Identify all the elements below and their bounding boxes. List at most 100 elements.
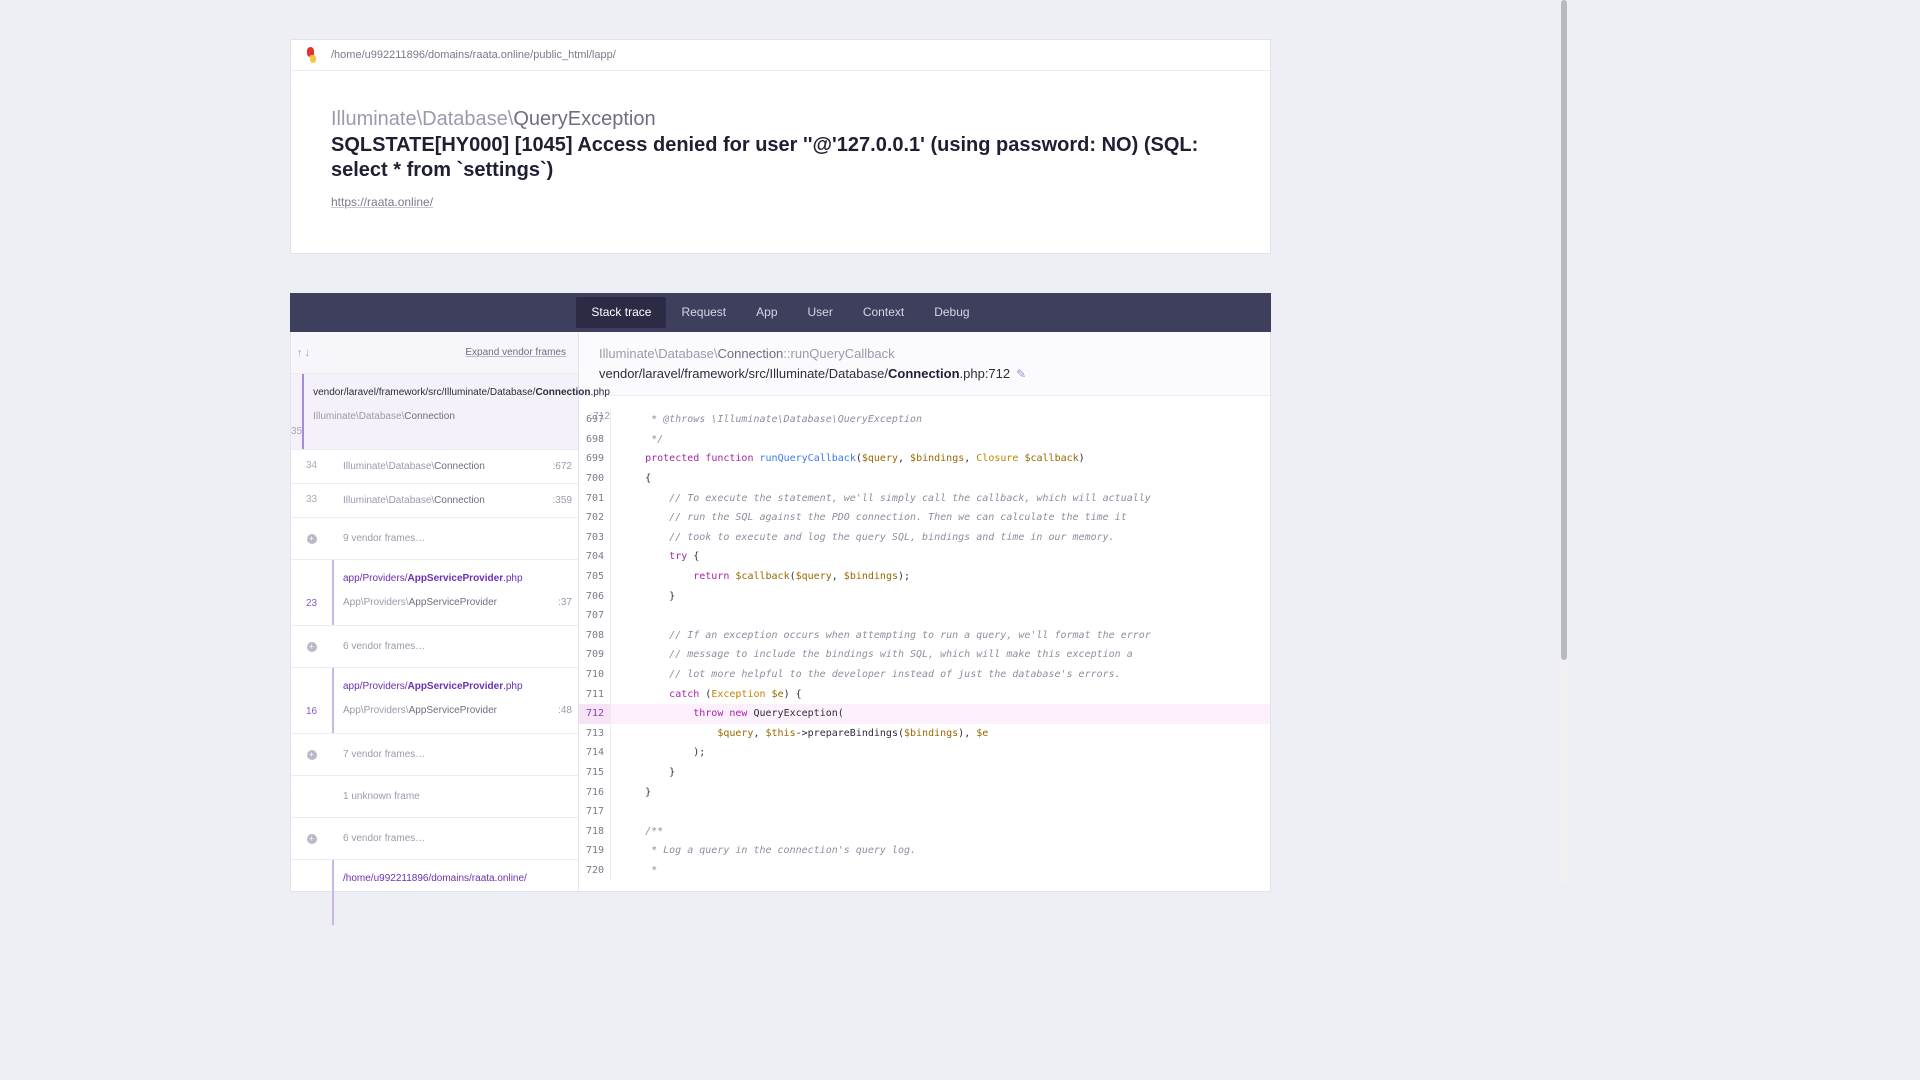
exception-message: SQLSTATE[HY000] [1045] Access denied for… <box>331 134 1199 181</box>
tab-stack-trace[interactable]: Stack trace <box>576 297 667 328</box>
code-line: 714 ); <box>579 743 1270 763</box>
expand-plus-icon[interactable]: + <box>306 833 317 844</box>
code-line: 705 return $callback($query, $bindings); <box>579 566 1270 587</box>
frame-file: app/Providers/AppServiceProvider.php <box>343 681 523 692</box>
stack-frame[interactable]: 34 Illuminate\Database\Connection:672 <box>291 450 578 484</box>
frame-line: :37 <box>558 597 572 608</box>
frame-number: + <box>291 518 332 559</box>
stack-trace-panel: ↑↓ Expand vendor frames 35 vendor/laravel… <box>290 332 1271 926</box>
tab-user[interactable]: User <box>793 297 848 328</box>
code-line: 709 // message to include the bindings w… <box>579 645 1270 665</box>
frame-number: + <box>291 626 332 667</box>
line-number: 717 <box>579 801 611 822</box>
frame-line: :712 <box>590 411 610 422</box>
line-code: // lot more helpful to the developer ins… <box>621 669 1121 681</box>
line-code: catch (Exception $e) { <box>669 688 802 700</box>
vendor-frames-group[interactable]: +6 vendor frames… <box>291 626 578 668</box>
ignition-logo-icon <box>305 47 317 63</box>
page-scrollbar[interactable] <box>1560 0 1568 882</box>
frames-header: ↑↓ Expand vendor frames <box>291 332 578 374</box>
code-line: 697 * @throws \Illuminate\Database\Query… <box>579 410 1270 430</box>
line-code: * @throws \Illuminate\Database\QueryExce… <box>621 414 923 426</box>
stack-frame[interactable]: /home/u992211896/domains/raata.online/ <box>291 860 578 926</box>
frame-method: Illuminate\Database\Connection::runQuery… <box>599 346 1250 362</box>
frame-class: App\Providers\AppServiceProvider:48 <box>343 705 572 716</box>
code-line: 707 <box>579 605 1270 626</box>
sort-arrows-icon[interactable]: ↑↓ <box>297 347 312 359</box>
line-code: } <box>621 590 676 602</box>
code-line: 713 $query, $this->prepareBindings($bind… <box>579 723 1270 744</box>
exception-header-card: /home/u992211896/domains/raata.online/pu… <box>290 39 1271 254</box>
code-line: 710 // lot more helpful to the developer… <box>579 664 1270 685</box>
project-path: /home/u992211896/domains/raata.online/pu… <box>331 49 616 61</box>
tab-app[interactable]: App <box>741 297 792 328</box>
edit-pencil-icon[interactable]: ✎ <box>1016 367 1026 381</box>
line-number: 704 <box>579 547 611 567</box>
line-number: 701 <box>579 488 611 508</box>
frame-class: Illuminate\Database\Connection:712 <box>313 411 610 422</box>
frame-number <box>291 860 332 925</box>
line-number: 709 <box>579 645 611 665</box>
frame-file: vendor/laravel/framework/src/Illuminate/… <box>313 387 610 398</box>
line-code: // To execute the statement, we'll simpl… <box>621 492 1151 504</box>
line-code: */ <box>621 433 664 445</box>
line-code: protected function runQueryCallback($que… <box>645 453 1085 465</box>
stack-frame[interactable]: 33 Illuminate\Database\Connection:359 <box>291 484 578 518</box>
code-line: 708 // If an exception occurs when attem… <box>579 625 1270 646</box>
stack-frame[interactable]: 23 app/Providers/AppServiceProvider.php Ap… <box>291 560 578 626</box>
line-number: 720 <box>579 860 611 881</box>
tab-debug[interactable]: Debug <box>919 297 984 328</box>
expand-plus-icon[interactable]: + <box>306 749 317 760</box>
exception-class: Illuminate\Database\QueryException <box>331 107 1230 131</box>
code-line: 717 <box>579 801 1270 822</box>
line-code: // If an exception occurs when attemptin… <box>621 629 1151 641</box>
line-number: 713 <box>579 723 611 744</box>
code-viewer: Illuminate\Database\Connection::runQuery… <box>579 332 1270 891</box>
frame-line: :48 <box>558 705 572 716</box>
line-number: 702 <box>579 507 611 528</box>
unknown-frame[interactable]: 1 unknown frame <box>291 776 578 818</box>
code-line: 701 // To execute the statement, we'll s… <box>579 488 1270 508</box>
expand-plus-icon[interactable]: + <box>306 641 317 652</box>
line-code: * <box>621 864 658 876</box>
line-code: // run the SQL against the PDO connectio… <box>621 512 1127 524</box>
frame-number: 23 <box>305 598 318 609</box>
tab-context[interactable]: Context <box>848 297 919 328</box>
line-code: /** <box>621 825 664 837</box>
stack-frame[interactable]: 16 app/Providers/AppServiceProvider.php Ap… <box>291 668 578 734</box>
tab-request[interactable]: Request <box>666 297 741 328</box>
expand-vendor-frames-button[interactable]: Expand vendor frames <box>465 347 566 358</box>
path-bar: /home/u992211896/domains/raata.online/pu… <box>291 40 1270 71</box>
file-prefix: vendor/laravel/framework/src/Illuminate/… <box>599 366 889 381</box>
line-number: 715 <box>579 762 611 783</box>
frame-group-label: 7 vendor frames… <box>343 749 426 760</box>
code-line: 700 { <box>579 468 1270 489</box>
exception-namespace: Illuminate\Database\ <box>331 108 514 130</box>
request-url-link[interactable]: https://raata.online/ <box>331 195 433 209</box>
frame-file: /home/u992211896/domains/raata.online/ <box>343 873 527 884</box>
frame-number: 16 <box>305 706 318 717</box>
frames-list: ↑↓ Expand vendor frames 35 vendor/laravel… <box>291 332 610 926</box>
line-code: } <box>621 786 652 798</box>
method-class: Connection <box>717 346 784 361</box>
frame-group-label: 6 vendor frames… <box>343 641 426 652</box>
tab-bar: Stack trace Request App User Context Debug <box>290 293 1271 332</box>
line-number: 718 <box>579 821 611 842</box>
code-line: 698 */ <box>579 429 1270 450</box>
method-namespace: Illuminate\Database\ <box>599 346 718 361</box>
vendor-frames-group[interactable]: +7 vendor frames… <box>291 734 578 776</box>
frame-file: vendor/laravel/framework/src/Illuminate/… <box>599 366 1250 382</box>
line-code: try { <box>669 551 700 563</box>
vendor-frames-group[interactable]: +6 vendor frames… <box>291 818 578 860</box>
vendor-frames-group[interactable]: +9 vendor frames… <box>291 518 578 560</box>
line-code: $query, $this->prepareBindings($bindings… <box>717 727 989 739</box>
line-code: * Log a query in the connection's query … <box>621 845 917 857</box>
scrollbar-thumb[interactable] <box>1561 0 1567 660</box>
line-number: 714 <box>579 743 611 763</box>
frame-file: app/Providers/AppServiceProvider.php <box>343 573 523 584</box>
frame-number: 33 <box>305 494 318 505</box>
expand-plus-icon[interactable]: + <box>306 533 317 544</box>
stack-frame[interactable]: 35 vendor/laravel/framework/src/Illuminat… <box>291 374 610 450</box>
code-line: 704 try { <box>579 547 1270 567</box>
frame-number: + <box>291 818 332 859</box>
